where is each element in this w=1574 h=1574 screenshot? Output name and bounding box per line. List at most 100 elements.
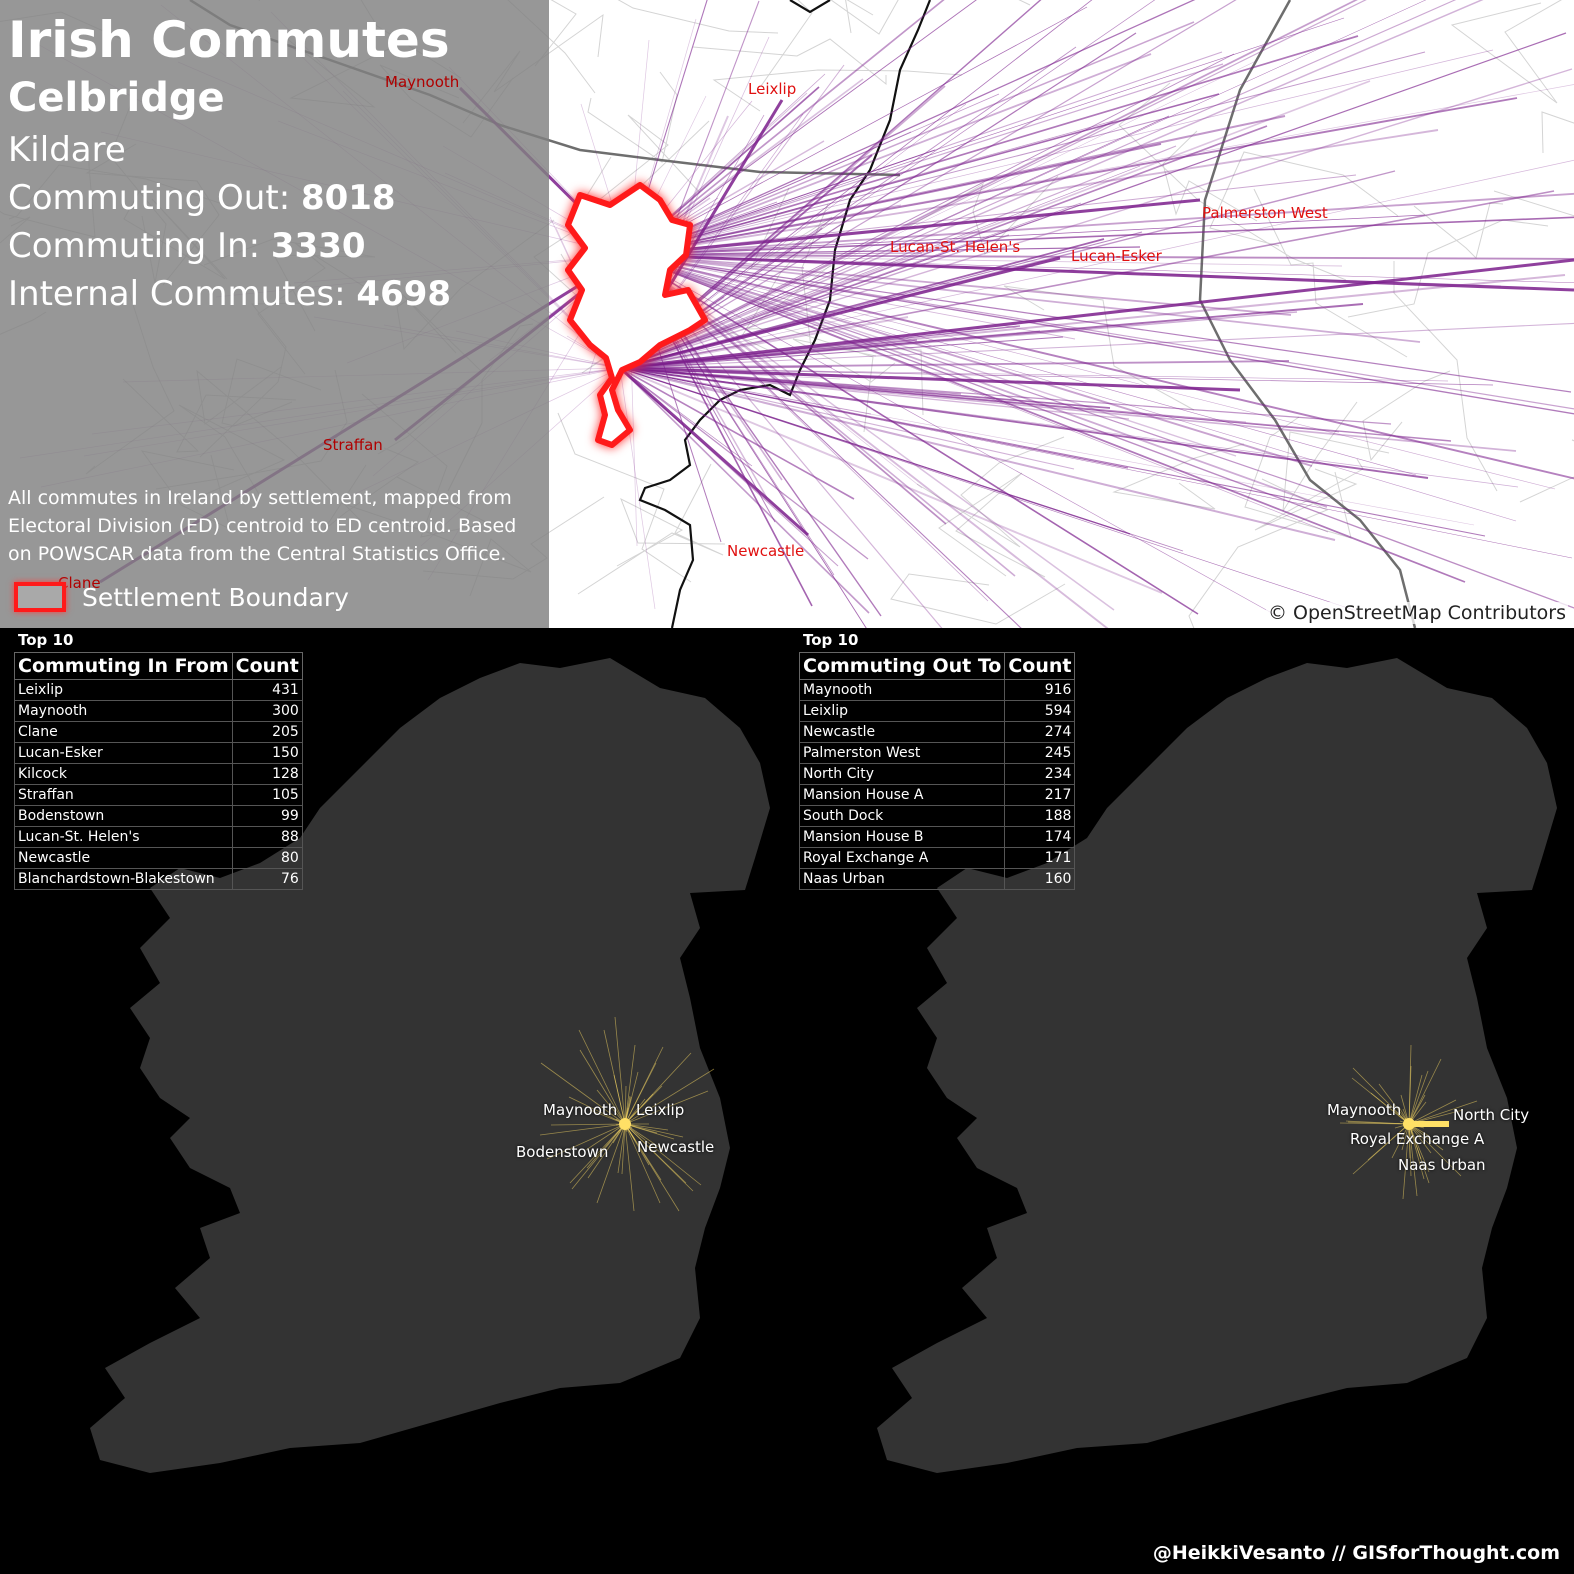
in-map-label-maynooth: Maynooth: [543, 1101, 618, 1119]
row-count: 171: [1004, 847, 1076, 869]
road-line: [616, 497, 726, 567]
table-row: Mansion House B 174: [798, 826, 1076, 848]
row-place-name: Naas Urban: [798, 868, 1006, 890]
road-line: [1450, 0, 1563, 104]
row-count: 80: [231, 847, 303, 869]
legend: Settlement Boundary: [14, 582, 349, 612]
out-map-label-maynooth: Maynooth: [1327, 1101, 1402, 1119]
table-row: Newcastle 80: [14, 847, 303, 869]
commute-map[interactable]: Maynooth Leixlip Palmerston West Lucan-S…: [0, 0, 1574, 628]
row-place-name: Maynooth: [14, 700, 233, 722]
legend-label: Settlement Boundary: [82, 582, 349, 612]
place-label-newcastle: Newcastle: [727, 542, 805, 560]
place-label-leixlip: Leixlip: [748, 80, 797, 98]
settlement-name: Celbridge: [8, 75, 225, 121]
row-place-name: Leixlip: [798, 700, 1006, 722]
commute-line: [619, 0, 1484, 369]
out-map-label-royal-exchange-a: Royal Exchange A: [1350, 1130, 1485, 1148]
row-place-name: North City: [798, 763, 1006, 785]
row-count: 174: [1004, 826, 1076, 848]
commute-line: [619, 367, 656, 610]
table-row: Palmerston West 245: [798, 742, 1076, 764]
row-count: 300: [231, 700, 303, 722]
row-count: 76: [231, 868, 303, 890]
row-count: 188: [1004, 805, 1076, 827]
row-count: 594: [1004, 700, 1076, 722]
table-row: Maynooth 916: [798, 679, 1076, 701]
row-place-name: Royal Exchange A: [798, 847, 1006, 869]
in-map-label-leixlip: Leixlip: [636, 1101, 685, 1119]
road-line: [1003, 285, 1195, 411]
header-count: Count: [231, 652, 303, 680]
commute-line: [619, 0, 1427, 369]
row-count: 205: [231, 721, 303, 743]
row-count: 88: [231, 826, 303, 848]
row-count: 217: [1004, 784, 1076, 806]
header-commuting-in-from: Commuting In From: [14, 652, 233, 680]
row-count: 274: [1004, 721, 1076, 743]
table-row: Lucan-St. Helen's 88: [14, 826, 303, 848]
row-place-name: Straffan: [14, 784, 233, 806]
commute-line: [619, 367, 1475, 526]
place-label-palmerston-west: Palmerston West: [1202, 204, 1328, 222]
table-row: Royal Exchange A 171: [798, 847, 1076, 869]
row-count: 105: [231, 784, 303, 806]
row-place-name: Blanchardstown-Blakestown: [14, 868, 233, 890]
row-place-name: South Dock: [798, 805, 1006, 827]
row-place-name: Mansion House B: [798, 826, 1006, 848]
table-row: Leixlip 594: [798, 700, 1076, 722]
stat-internal-commutes: Internal Commutes: 4698: [8, 274, 452, 314]
commuting-in-table: Commuting In From Count Leixlip 431 Maynoo…: [14, 652, 303, 890]
header-count: Count: [1004, 652, 1076, 680]
settlement-glow: [619, 1118, 631, 1130]
road-line: [1347, 219, 1549, 318]
top10-label-out: Top 10: [803, 631, 859, 649]
road-line: [830, 0, 1031, 35]
row-place-name: Clane: [14, 721, 233, 743]
row-count: 234: [1004, 763, 1076, 785]
title-block: Irish Commutes Celbridge Kildare Commuti…: [8, 10, 451, 318]
top10-label-in: Top 10: [18, 631, 74, 649]
table-row: Mansion House A 217: [798, 784, 1076, 806]
author-credit[interactable]: @HeikkiVesanto // GISforThought.com: [1153, 1542, 1560, 1564]
place-label-lucan-esker: Lucan-Esker: [1071, 247, 1162, 265]
commute-line: [627, 254, 1466, 583]
stat-commuting-out: Commuting Out: 8018: [8, 178, 396, 218]
table-row: Leixlip 431: [14, 679, 303, 701]
road-line: [617, 0, 779, 34]
road-line: [916, 436, 1065, 548]
place-label-straffan: Straffan: [323, 436, 383, 454]
stat-commuting-in: Commuting In: 3330: [8, 226, 366, 266]
row-count: 160: [1004, 868, 1076, 890]
row-count: 150: [231, 742, 303, 764]
road-line: [1519, 439, 1574, 503]
road-line: [845, 0, 852, 34]
commute-line: [619, 367, 1184, 552]
row-place-name: Newcastle: [14, 847, 233, 869]
commuting-out-table: Commuting Out To Count Maynooth 916 Leixli…: [798, 652, 1076, 890]
row-place-name: Kilcock: [14, 763, 233, 785]
header-commuting-out-to: Commuting Out To: [798, 652, 1006, 680]
commuting-in-panel: Top 10 Commuting In From Count Leixlip 43…: [0, 628, 787, 1574]
map-title: Irish Commutes: [8, 11, 450, 69]
in-map-label-bodenstown: Bodenstown: [516, 1143, 609, 1161]
table-row: Naas Urban 160: [798, 868, 1076, 890]
osm-attribution[interactable]: © OpenStreetMap Contributors: [1265, 602, 1568, 624]
road-line: [1282, 401, 1390, 512]
row-count: 245: [1004, 742, 1076, 764]
row-place-name: Newcastle: [798, 721, 1006, 743]
place-label-lucan-st-helens: Lucan-St. Helen's: [890, 238, 1021, 256]
row-place-name: Lucan-Esker: [14, 742, 233, 764]
settlement-boundary: [565, 182, 708, 448]
commuting-out-panel: Top 10 Commuting Out To Count Maynooth 91…: [787, 628, 1574, 1574]
row-place-name: Leixlip: [14, 679, 233, 701]
table-row: Lucan-Esker 150: [14, 742, 303, 764]
road-line: [1493, 111, 1574, 217]
commute-line: [627, 254, 1331, 496]
table-row: Blanchardstown-Blakestown 76: [14, 868, 303, 890]
out-map-label-north-city: North City: [1453, 1106, 1530, 1124]
row-count: 99: [231, 805, 303, 827]
row-place-name: Mansion House A: [798, 784, 1006, 806]
road-line: [1209, 151, 1399, 247]
out-map-label-naas-urban: Naas Urban: [1398, 1156, 1486, 1174]
